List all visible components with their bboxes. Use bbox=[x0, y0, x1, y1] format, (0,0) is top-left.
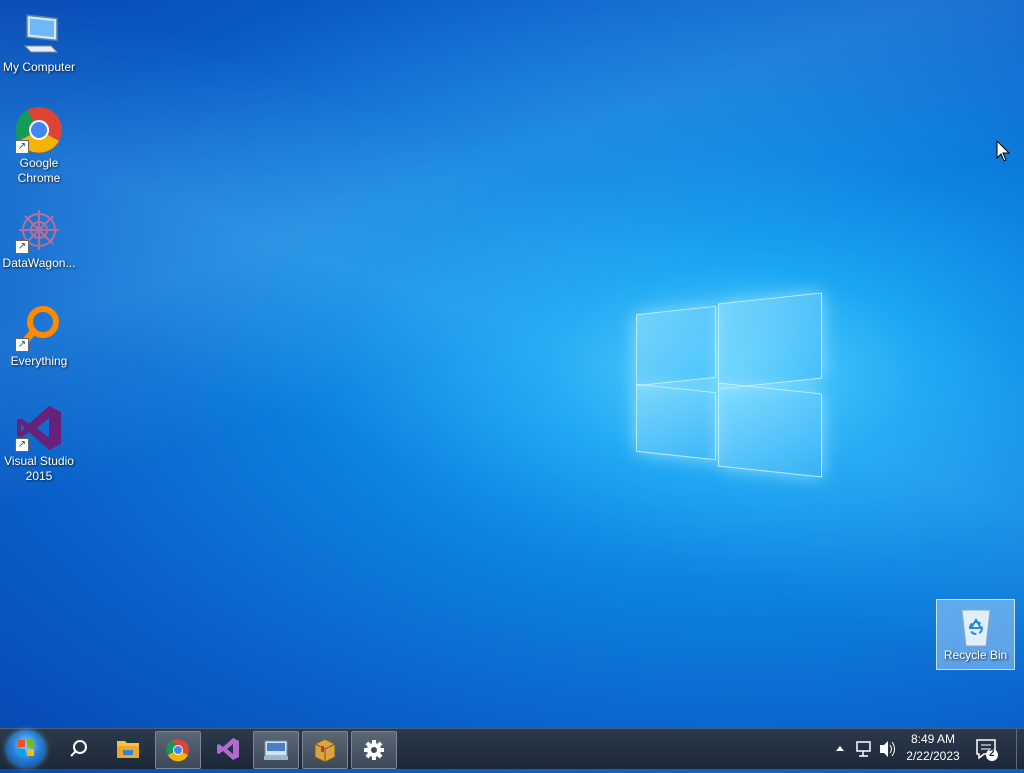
chevron-up-icon bbox=[836, 746, 844, 751]
taskbar-settings[interactable] bbox=[351, 731, 397, 769]
chrome-icon bbox=[166, 739, 189, 762]
mouse-cursor-icon bbox=[996, 139, 1011, 167]
settings-gear-icon bbox=[364, 740, 384, 760]
desktop-icon-label: Visual Studio 2015 bbox=[4, 454, 74, 483]
action-center-button[interactable]: 2 bbox=[972, 729, 1002, 769]
keyboard-tool-icon bbox=[264, 740, 288, 760]
notification-icon bbox=[976, 739, 998, 761]
desktop-icon-recycle-bin[interactable]: Recycle Bin bbox=[936, 599, 1015, 670]
desktop-icon-my-computer[interactable]: My Computer bbox=[0, 10, 78, 75]
chrome-icon: ↗ bbox=[15, 106, 63, 154]
visual-studio-icon: ↗ bbox=[15, 404, 63, 452]
taskbar-search-button[interactable] bbox=[56, 731, 100, 767]
taskbar-package-app[interactable] bbox=[302, 731, 348, 769]
taskbar-file-explorer[interactable] bbox=[106, 731, 150, 767]
search-icon bbox=[70, 740, 87, 757]
desktop-icon-everything[interactable]: ↗ Everything bbox=[0, 304, 78, 369]
file-explorer-icon bbox=[117, 741, 139, 758]
start-button[interactable] bbox=[6, 730, 46, 768]
speaker-icon bbox=[880, 741, 895, 757]
datawagon-icon: ↗ bbox=[15, 206, 63, 254]
visual-studio-icon bbox=[217, 738, 239, 760]
show-hidden-icons-button[interactable] bbox=[832, 729, 848, 769]
desktop-icon-label: My Computer bbox=[2, 60, 76, 74]
volume-tray-button[interactable] bbox=[877, 729, 897, 769]
clock[interactable]: 8:49 AM 2/22/2023 bbox=[900, 731, 966, 765]
windows-logo-wallpaper bbox=[636, 290, 822, 480]
notification-count-badge: 2 bbox=[989, 748, 995, 759]
desktop-icon-label: DataWagon... bbox=[2, 256, 76, 270]
taskbar-keyboard-tool[interactable] bbox=[253, 731, 299, 769]
taskbar: 8:49 AM 2/22/2023 2 bbox=[0, 728, 1024, 769]
taskbar-visual-studio[interactable] bbox=[205, 731, 249, 767]
package-icon bbox=[314, 738, 336, 763]
desktop-icon-visual-studio-2015[interactable]: ↗ Visual Studio 2015 bbox=[0, 404, 78, 484]
clock-date: 2/22/2023 bbox=[906, 749, 960, 763]
recycle-bin-icon bbox=[956, 604, 996, 648]
network-icon bbox=[856, 741, 871, 757]
desktop-icon-label: Everything bbox=[10, 354, 68, 368]
desktop-icon-google-chrome[interactable]: ↗ Google Chrome bbox=[0, 106, 78, 186]
show-desktop-button[interactable] bbox=[1016, 729, 1024, 769]
desktop-icon-label: Google Chrome bbox=[17, 156, 61, 185]
everything-icon: ↗ bbox=[15, 304, 63, 352]
windows-flag-icon bbox=[18, 740, 34, 756]
clock-time: 8:49 AM bbox=[910, 732, 956, 746]
network-tray-button[interactable] bbox=[854, 729, 874, 769]
recycle-bin-label: Recycle Bin bbox=[943, 648, 1008, 662]
taskbar-chrome[interactable] bbox=[155, 731, 201, 769]
computer-icon bbox=[15, 10, 63, 58]
desktop-icon-datawagon[interactable]: ↗ DataWagon... bbox=[0, 206, 78, 271]
